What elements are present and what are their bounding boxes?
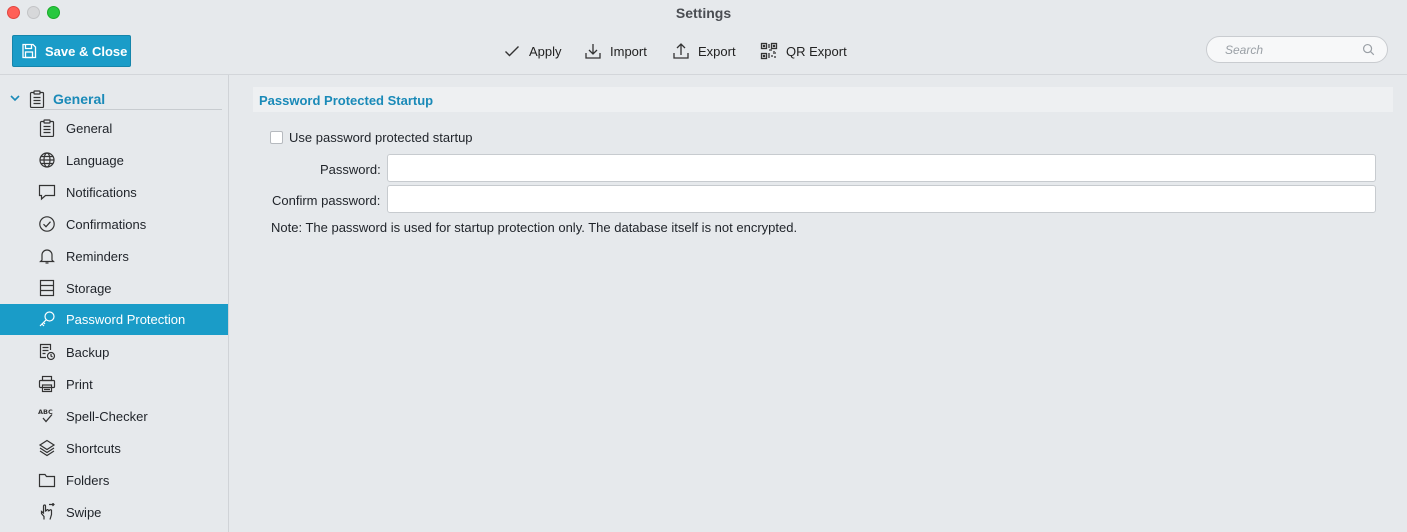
qr-code-icon (760, 42, 778, 60)
import-icon (585, 44, 601, 59)
speech-bubble-icon (38, 184, 56, 201)
svg-text:ABC: ABC (38, 408, 53, 416)
sidebar-item-label: Swipe (66, 505, 102, 520)
chevron-down-icon[interactable] (9, 92, 21, 104)
sidebar-item-print[interactable]: Print (0, 369, 228, 400)
password-field[interactable] (387, 154, 1376, 182)
sidebar-item-label: Print (66, 377, 93, 392)
clipboard-icon (39, 119, 55, 137)
clipboard-icon (29, 90, 45, 108)
sidebar-item-label: Storage (66, 281, 112, 296)
folder-icon (38, 473, 56, 488)
export-label: Export (698, 43, 736, 59)
sidebar-item-label: Reminders (66, 249, 129, 264)
export-icon (673, 43, 689, 59)
import-button[interactable]: Import (584, 40, 647, 62)
spellcheck-icon: ABC (38, 408, 53, 423)
apply-label: Apply (529, 43, 562, 59)
storage-icon (39, 279, 55, 297)
search-field[interactable] (1206, 36, 1388, 63)
confirm-password-field[interactable] (387, 185, 1376, 213)
sidebar-item-label: Confirmations (66, 217, 147, 232)
apply-button[interactable]: Apply (503, 40, 562, 62)
sidebar-item-label: Notifications (66, 185, 137, 200)
swipe-hand-icon (40, 503, 55, 520)
title-bar: Settings (0, 0, 1407, 26)
floppy-disk-icon (22, 43, 37, 59)
sidebar-item-notifications[interactable]: Notifications (0, 177, 228, 208)
sidebar-item-backup[interactable]: Backup (0, 337, 228, 368)
sidebar-item-swipe[interactable]: Swipe (0, 497, 228, 528)
printer-icon (38, 375, 56, 393)
save-close-button[interactable]: Save & Close (12, 35, 131, 67)
sidebar: General General Language Notifications C… (0, 75, 229, 532)
import-label: Import (610, 43, 647, 59)
sidebar-item-label: Password Protection (66, 312, 186, 327)
password-startup-checkbox-label: Use password protected startup (289, 130, 473, 145)
password-startup-checkbox[interactable] (270, 131, 283, 144)
sidebar-group-general[interactable]: General (0, 87, 229, 111)
sidebar-item-label: Language (66, 153, 124, 168)
sidebar-item-storage[interactable]: Storage (0, 273, 228, 304)
check-circle-icon (39, 216, 55, 232)
section-header: Password Protected Startup (253, 87, 1393, 112)
password-note: Note: The password is used for startup p… (271, 220, 798, 235)
qr-export-label: QR Export (786, 43, 847, 59)
export-button[interactable]: Export (672, 40, 736, 62)
sidebar-item-folders[interactable]: Folders (0, 465, 228, 496)
key-icon (39, 311, 55, 327)
backup-icon (39, 343, 56, 361)
layers-icon (38, 439, 56, 457)
window-title: Settings (675, 5, 732, 21)
sidebar-item-language[interactable]: Language (0, 145, 228, 176)
save-close-label: Save & Close (45, 43, 128, 59)
sidebar-item-general[interactable]: General (0, 113, 228, 144)
sidebar-item-label: Shortcuts (66, 441, 121, 456)
sidebar-item-confirmations[interactable]: Confirmations (0, 209, 228, 240)
sidebar-item-shortcuts[interactable]: Shortcuts (0, 433, 228, 464)
sidebar-item-spell-checker[interactable]: ABC Spell-Checker (0, 401, 228, 432)
sidebar-item-label: Folders (66, 473, 110, 488)
group-divider (30, 109, 222, 110)
password-label: Password: (320, 162, 381, 177)
search-icon (1362, 43, 1375, 56)
sidebar-group-label: General (53, 91, 106, 107)
checkmark-icon (505, 46, 519, 57)
password-startup-checkbox-row[interactable]: Use password protected startup (270, 130, 473, 145)
sidebar-item-password-protection[interactable]: Password Protection (0, 304, 228, 335)
section-title: Password Protected Startup (259, 93, 434, 108)
search-input[interactable] (1225, 42, 1362, 57)
globe-icon (39, 152, 55, 168)
sidebar-item-label: Backup (66, 345, 110, 360)
sidebar-item-reminders[interactable]: Reminders (0, 241, 228, 272)
confirm-password-label: Confirm password: (272, 193, 381, 208)
sidebar-item-label: Spell-Checker (66, 409, 148, 424)
bell-icon (39, 249, 55, 264)
qr-export-button[interactable]: QR Export (760, 40, 847, 62)
sidebar-item-label: General (66, 121, 113, 136)
